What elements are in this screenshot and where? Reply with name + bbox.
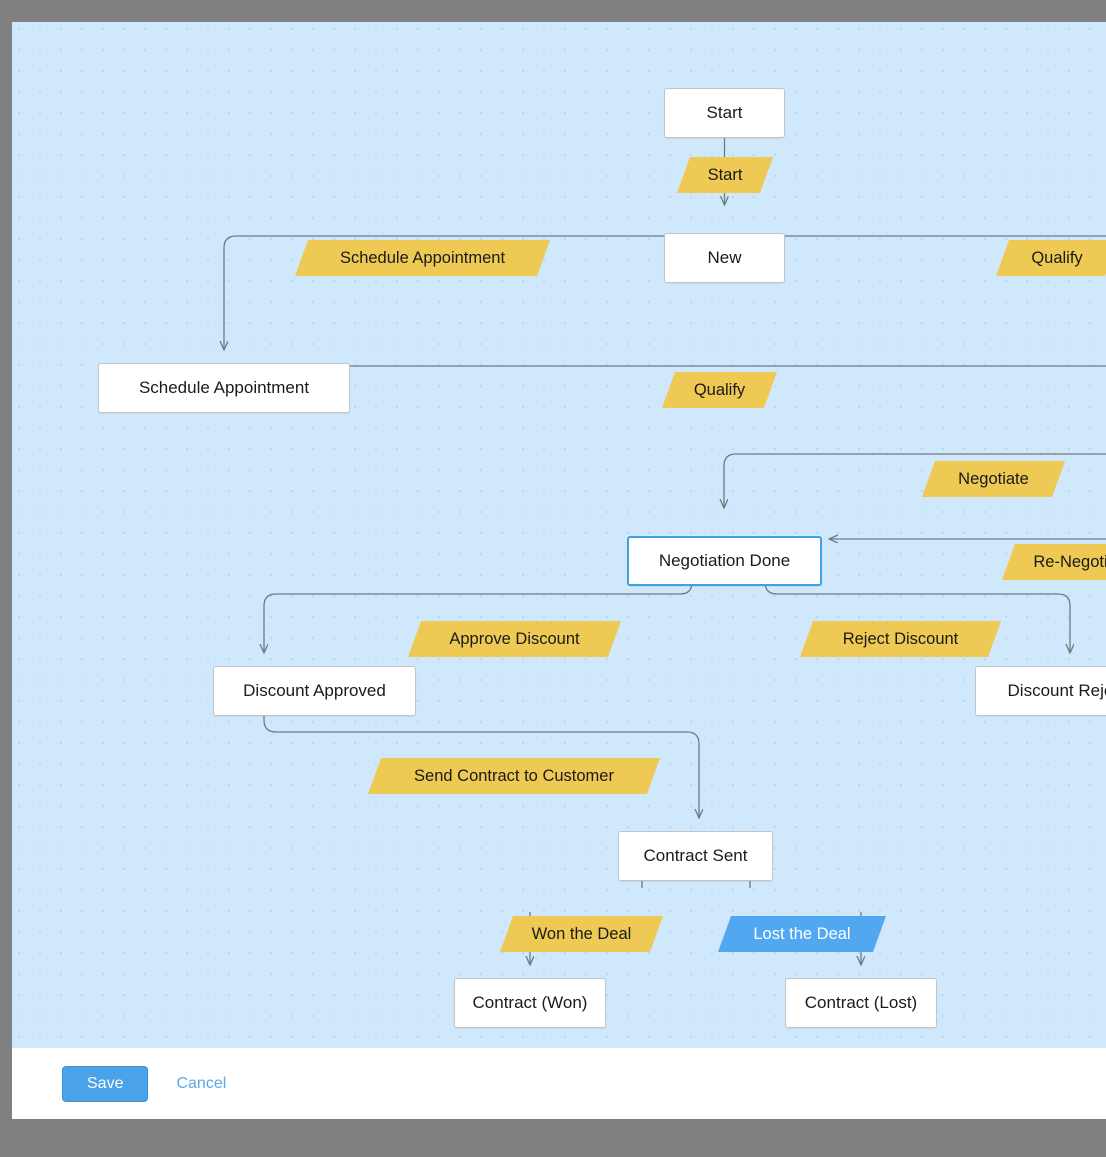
transition-won-the-deal[interactable]: Won the Deal [500,916,663,952]
transition-start[interactable]: Start [677,157,773,193]
transition-re-negotiate[interactable]: Re-Negotiate [1002,544,1106,580]
transition-label: Re-Negotiate [1033,552,1106,571]
save-button[interactable]: Save [62,1065,149,1102]
transition-approve-discount[interactable]: Approve Discount [408,621,621,657]
transition-label: Reject Discount [842,629,959,648]
transition-lost-the-deal[interactable]: Lost the Deal [718,916,886,952]
node-schedule-appointment[interactable]: Schedule Appointment [98,363,350,413]
node-label: Discount Rejected [1007,681,1106,700]
node-label: Contract (Won) [472,993,588,1012]
transition-label: Lost the Deal [753,924,851,943]
transition-qualify-mid[interactable]: Qualify [662,372,777,408]
node-contract-sent[interactable]: Contract Sent [618,831,773,881]
node-contract-won[interactable]: Contract (Won) [454,978,606,1028]
transition-label: Schedule Appointment [339,248,506,267]
node-new[interactable]: New [664,233,785,283]
dialog-footer: Save Cancel [12,1047,1106,1119]
node-discount-rejected[interactable]: Discount Rejected [975,666,1106,716]
node-label: Contract Sent [643,846,748,865]
node-start[interactable]: Start [664,88,785,138]
node-negotiation-done[interactable]: Negotiation Done [627,536,822,586]
node-label: Contract (Lost) [804,993,918,1012]
node-contract-lost[interactable]: Contract (Lost) [785,978,937,1028]
transition-schedule-appointment[interactable]: Schedule Appointment [295,240,550,276]
workflow-edges [12,116,1106,1047]
transition-label: Send Contract to Customer [414,766,614,785]
transition-label: Won the Deal [531,924,632,943]
transition-send-contract-to-customer[interactable]: Send Contract to Customer [368,758,660,794]
node-label: New [707,248,742,267]
node-label: Discount Approved [243,681,386,700]
transition-reject-discount[interactable]: Reject Discount [800,621,1001,657]
transition-label: Qualify [1031,248,1083,267]
node-label: Schedule Appointment [138,378,310,397]
node-discount-approved[interactable]: Discount Approved [213,666,416,716]
transition-qualify-top[interactable]: Qualify [996,240,1106,276]
transition-label: Negotiate [958,469,1029,488]
transition-negotiate[interactable]: Negotiate [922,461,1065,497]
node-label: Negotiation Done [658,551,791,570]
transition-label: Qualify [693,380,746,399]
transition-label: Start [707,165,743,184]
cancel-button[interactable]: Cancel [176,1075,226,1093]
workflow-designer-window: Start New Schedule Appointment Negotiati… [12,22,1106,1119]
node-label: Start [706,103,743,122]
workflow-canvas[interactable]: Start New Schedule Appointment Negotiati… [12,22,1106,1047]
transition-label: Approve Discount [449,629,580,648]
